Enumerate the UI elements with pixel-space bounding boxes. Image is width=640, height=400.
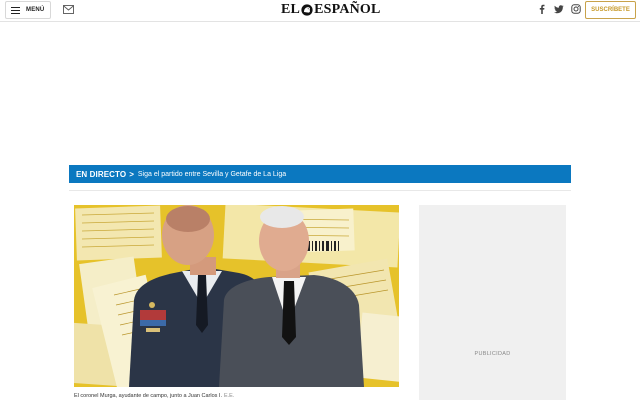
mail-icon[interactable] bbox=[63, 5, 74, 14]
article-hero-image[interactable] bbox=[74, 205, 399, 387]
caption-text: El coronel Murga, ayudante de campo, jun… bbox=[74, 393, 222, 399]
divider bbox=[69, 190, 571, 191]
lion-logo-icon bbox=[301, 3, 313, 16]
hero-illustration bbox=[74, 205, 399, 387]
menu-label: MENÚ bbox=[26, 7, 45, 13]
image-caption: El coronel Murga, ayudante de campo, jun… bbox=[74, 393, 399, 399]
logo-text-right: ESPAÑOL bbox=[314, 1, 381, 17]
logo-text-left: EL bbox=[281, 1, 301, 17]
live-tag: EN DIRECTO bbox=[76, 169, 127, 179]
facebook-icon[interactable] bbox=[537, 4, 547, 14]
twitter-icon[interactable] bbox=[554, 4, 564, 14]
instagram-icon[interactable] bbox=[571, 4, 581, 14]
social-links bbox=[537, 4, 581, 14]
caption-credit: E.E. bbox=[223, 393, 235, 399]
ad-slot[interactable]: PUBLICIDAD bbox=[419, 205, 566, 400]
live-arrow: > bbox=[129, 169, 134, 179]
live-headline: Siga el partido entre Sevilla y Getafe d… bbox=[137, 170, 287, 178]
menu-icon bbox=[11, 6, 20, 14]
site-logo[interactable]: EL ESPAÑOL bbox=[281, 1, 381, 18]
subscribe-button[interactable]: SUSCRÍBETE bbox=[585, 1, 636, 19]
live-banner[interactable]: EN DIRECTO > Siga el partido entre Sevil… bbox=[69, 165, 571, 183]
ad-label: PUBLICIDAD bbox=[474, 351, 511, 357]
menu-button[interactable]: MENÚ bbox=[5, 1, 51, 19]
site-header: MENÚ EL ESPAÑOL SUSCRÍBETE bbox=[0, 0, 640, 22]
